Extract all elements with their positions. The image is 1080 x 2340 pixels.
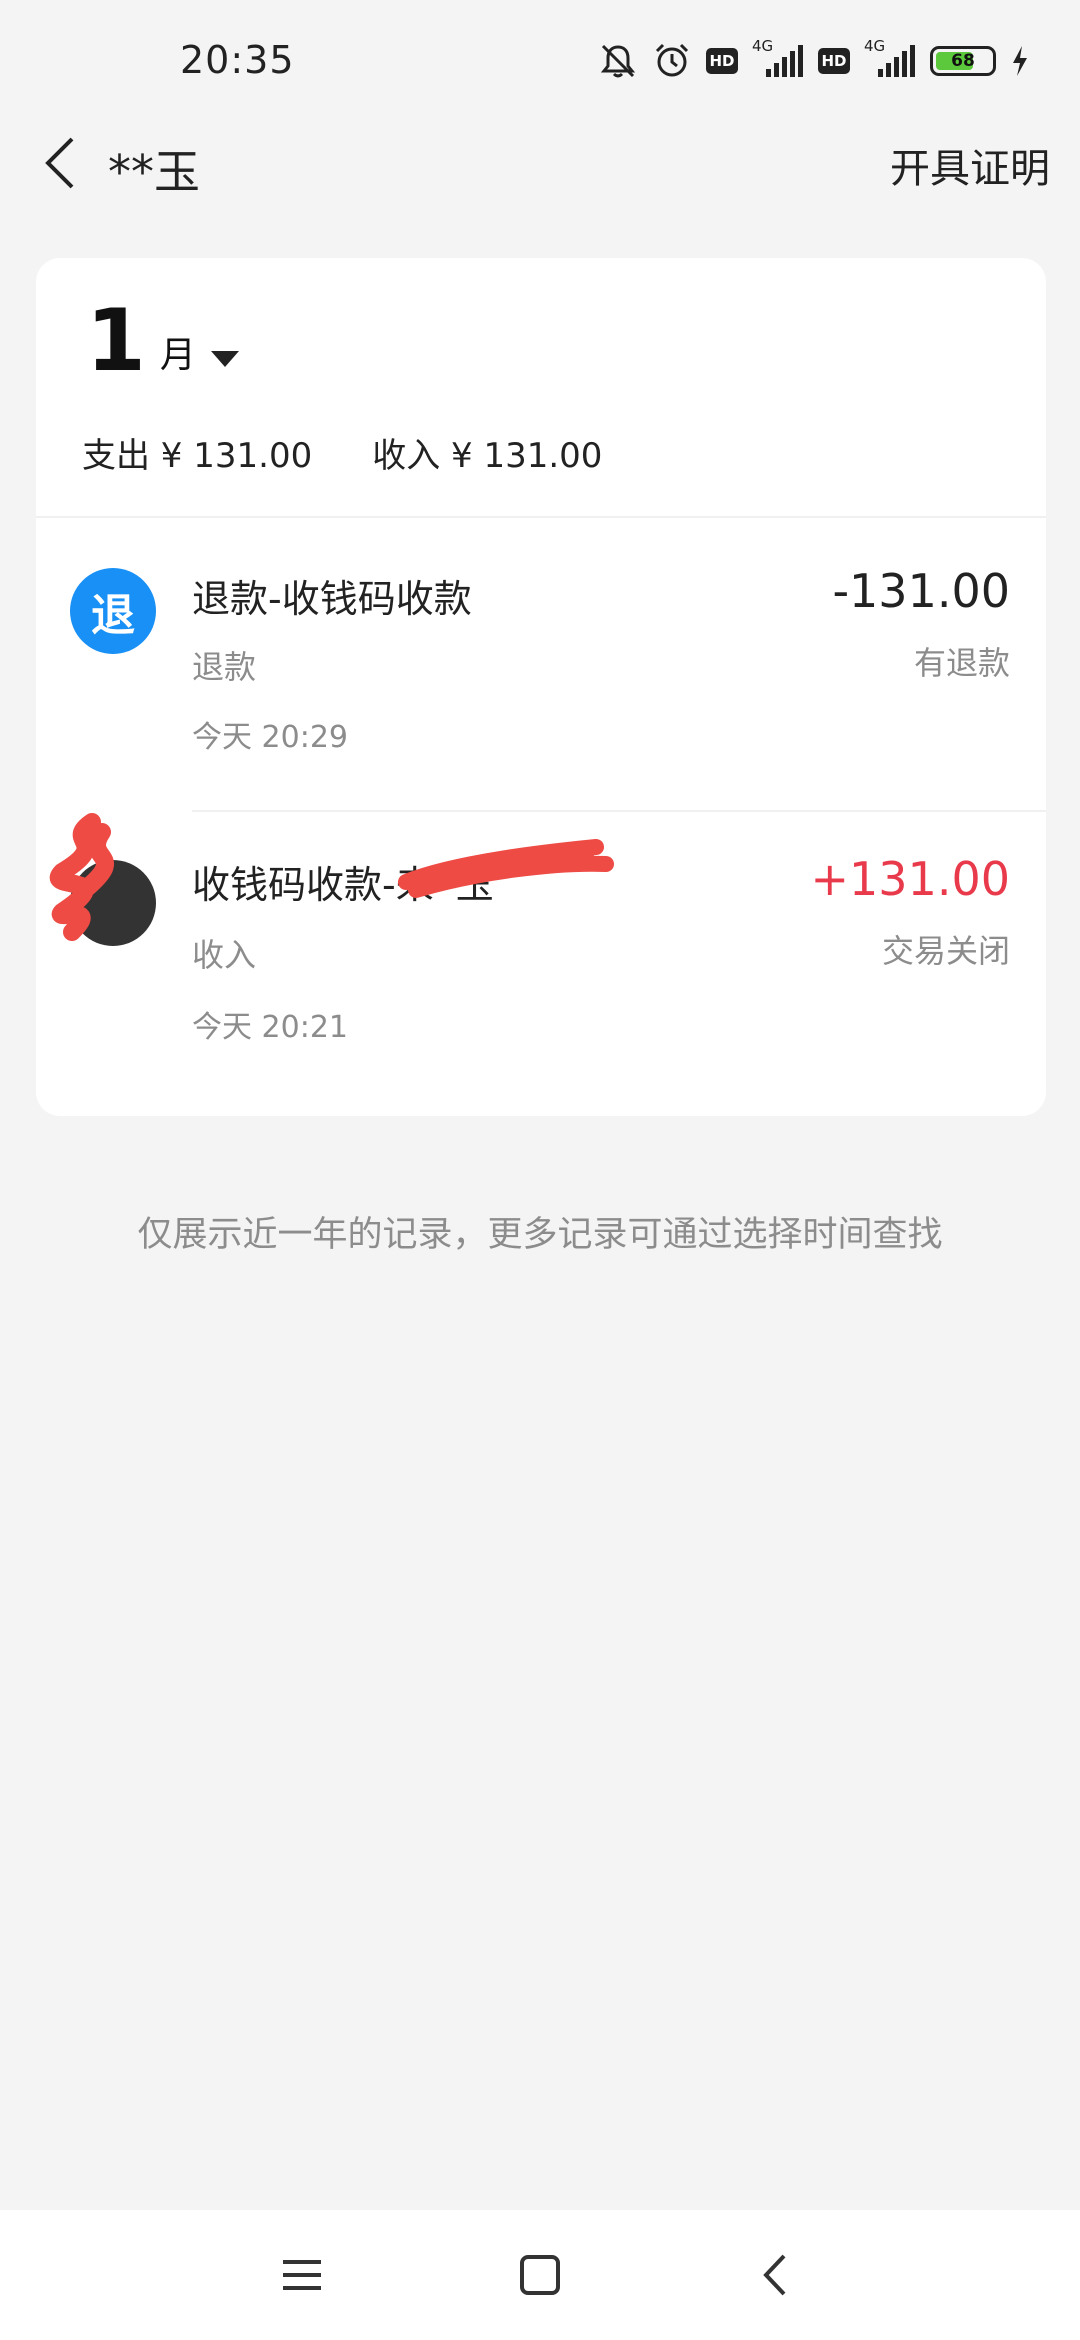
expense-total: 支出 ¥ 131.00 xyxy=(82,436,313,476)
home-square-icon xyxy=(520,2255,560,2295)
transaction-category: 收入 xyxy=(192,936,257,974)
system-nav-bar xyxy=(0,2210,1080,2340)
transaction-time: 今天 20:21 xyxy=(192,1010,348,1045)
app-header: **玉 开具证明 xyxy=(0,120,1080,210)
transaction-row[interactable]: 收钱码收款-来玉 收入 今天 20:21 +131.00 交易关闭 xyxy=(36,812,1046,1106)
transaction-time: 今天 20:29 xyxy=(192,720,348,755)
menu-button[interactable] xyxy=(262,2240,342,2310)
charging-icon xyxy=(1010,44,1030,78)
signal-icon: 4G xyxy=(752,37,804,81)
refund-avatar: 退 xyxy=(70,568,156,654)
caret-down-icon xyxy=(210,351,239,367)
page-title: **玉 xyxy=(108,145,200,199)
hd-icon: HD xyxy=(706,48,738,74)
transaction-title: 退款-收钱码收款 xyxy=(192,577,472,621)
transaction-amount: +131.00 xyxy=(810,852,1011,906)
month-summary: 支出 ¥ 131.00 收入 ¥ 131.00 xyxy=(82,428,602,477)
transaction-row[interactable]: 退 退款-收钱码收款 退款 今天 20:29 -131.00 有退款 xyxy=(36,518,1046,812)
redaction-scribble xyxy=(398,839,614,898)
signal-icon: 4G xyxy=(864,37,916,81)
back-button[interactable] xyxy=(30,128,90,198)
month-number: 1 xyxy=(86,291,146,391)
month-unit: 月 xyxy=(159,335,196,376)
status-icons: HD 4G HD 4G 68 xyxy=(598,36,1030,86)
redaction-scribble xyxy=(49,813,114,941)
avatar-text: 退 xyxy=(91,590,135,641)
income-total: 收入 ¥ 131.00 xyxy=(372,436,603,476)
footer-note: 仅展示近一年的记录，更多记录可通过选择时间查找 xyxy=(137,1215,943,1255)
transaction-status: 有退款 xyxy=(913,644,1010,682)
menu-icon xyxy=(283,2260,321,2290)
mute-bell-icon xyxy=(598,41,638,81)
alarm-icon xyxy=(652,41,692,81)
battery-level: 68 xyxy=(951,51,975,71)
chevron-left-icon xyxy=(45,137,74,189)
back-nav-button[interactable] xyxy=(735,2240,815,2310)
back-triangle-icon xyxy=(763,2254,786,2296)
month-selector[interactable]: 1 月 xyxy=(86,298,240,384)
home-button[interactable] xyxy=(500,2240,580,2310)
hd-icon: HD xyxy=(818,48,850,74)
battery-icon: 68 xyxy=(930,46,996,76)
bill-card: 1 月 支出 ¥ 131.00 收入 ¥ 131.00 退 退款-收钱码收款 退… xyxy=(36,258,1046,1116)
issue-certificate-button[interactable]: 开具证明 xyxy=(890,136,1050,194)
transaction-status: 交易关闭 xyxy=(881,932,1010,970)
transaction-category: 退款 xyxy=(192,648,257,686)
status-time: 20:35 xyxy=(180,38,295,82)
status-bar: 20:35 HD 4G HD 4G 68 xyxy=(0,0,1080,120)
transaction-amount: -131.00 xyxy=(832,564,1010,618)
